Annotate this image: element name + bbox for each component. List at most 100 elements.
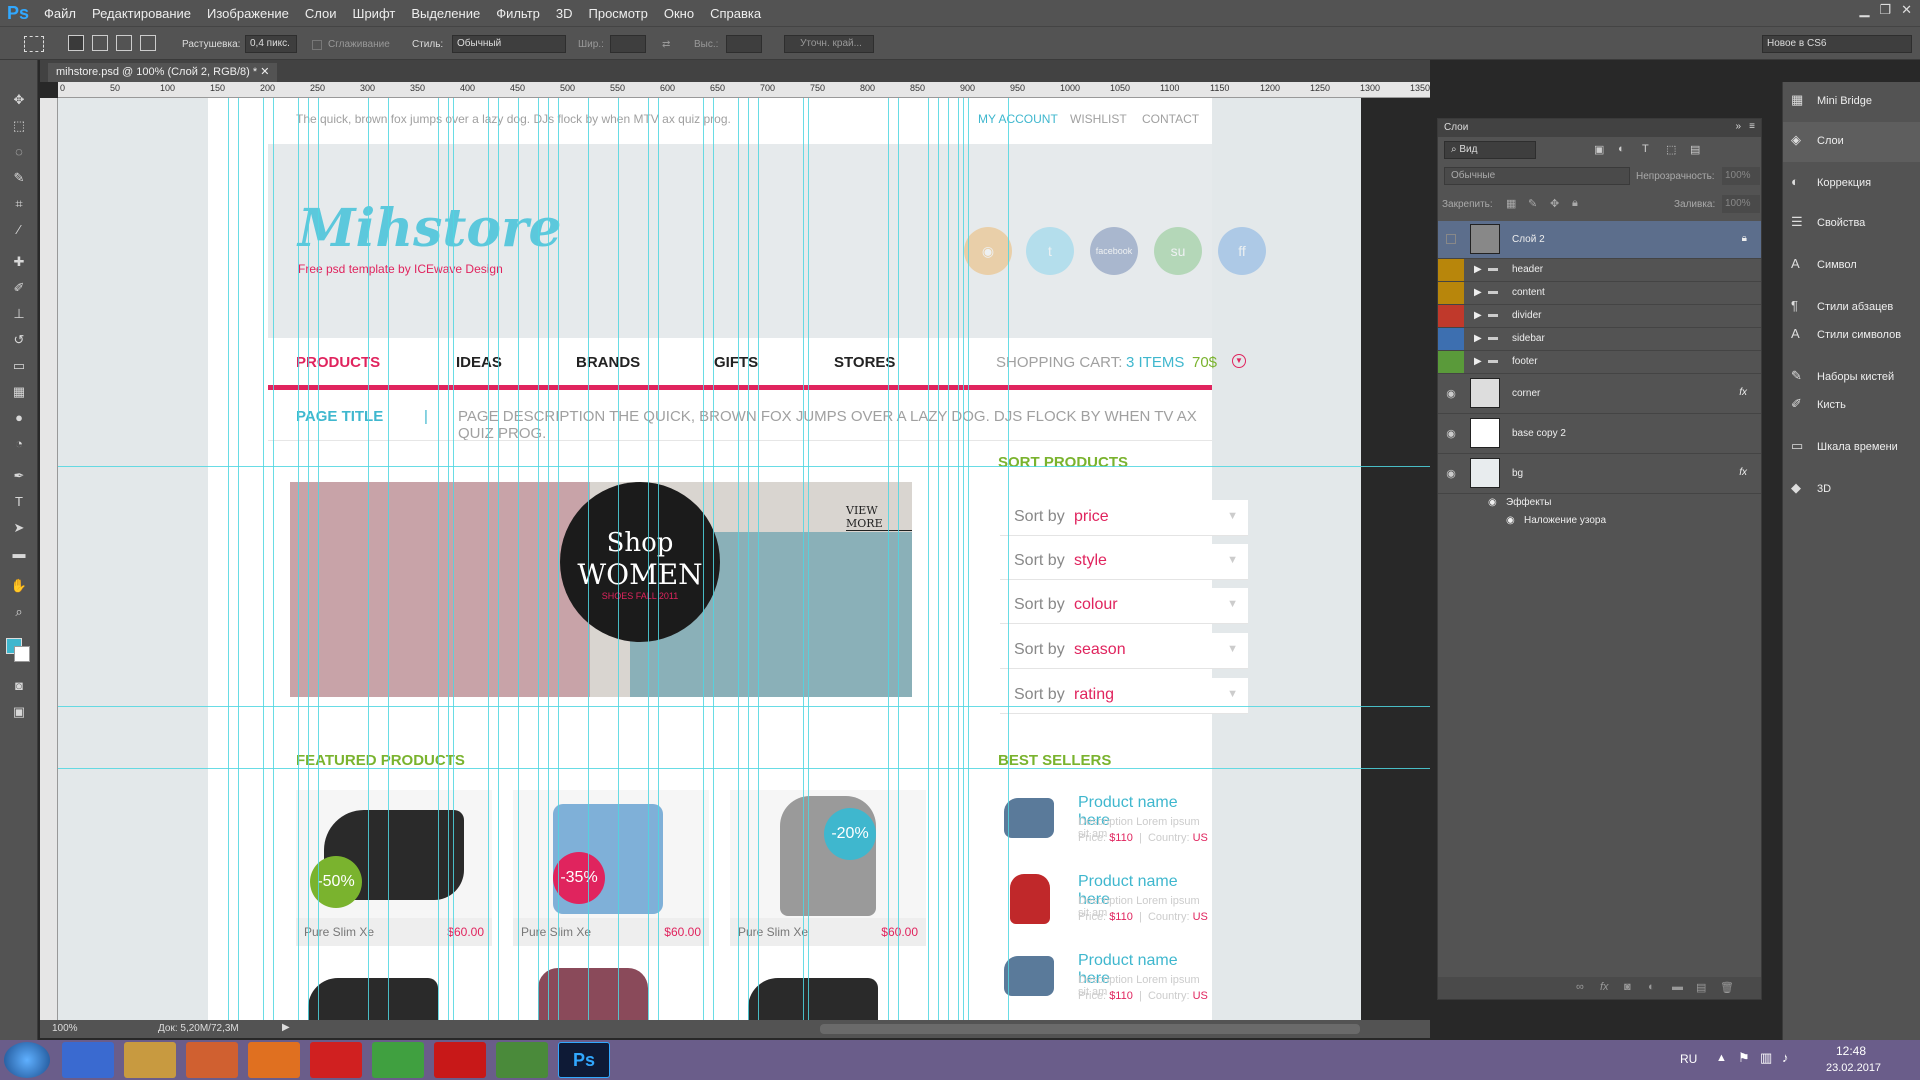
pen-icon[interactable]: ✒	[9, 466, 29, 486]
zoom-icon[interactable]: ⌕	[9, 602, 29, 622]
add-style-icon[interactable]: fx	[1600, 981, 1609, 993]
explorer-icon[interactable]	[124, 1042, 176, 1078]
filter-type-icon[interactable]: T	[1642, 143, 1649, 155]
add-selection-icon[interactable]	[92, 35, 108, 51]
fx-icon[interactable]: fx	[1739, 467, 1747, 478]
stamp-icon[interactable]: ⊥	[9, 304, 29, 324]
status-arrow-icon[interactable]: ▶	[282, 1022, 290, 1033]
firefox-icon[interactable]	[248, 1042, 300, 1078]
panel-character[interactable]: A Символ	[1783, 246, 1920, 286]
visibility-eye-icon[interactable]: ◉	[1444, 387, 1458, 401]
close-tab-icon[interactable]: ✕	[260, 66, 269, 78]
new-group-icon[interactable]: ▬	[1672, 981, 1683, 993]
lock-position-icon[interactable]: ✥	[1550, 197, 1559, 210]
panel-character-styles[interactable]: A Стили символов	[1783, 316, 1920, 356]
visibility-eye-icon[interactable]	[1438, 351, 1464, 373]
start-button[interactable]	[4, 1042, 50, 1078]
blend-mode-select[interactable]: Обычные	[1444, 167, 1630, 185]
fx-icon[interactable]: fx	[1739, 387, 1747, 398]
swap-icon[interactable]: ⇄	[662, 39, 670, 50]
visibility-eye-icon[interactable]: ◉	[1444, 467, 1458, 481]
lock-paint-icon[interactable]: ✎	[1528, 197, 1537, 210]
link-icon[interactable]: ∞	[1576, 981, 1584, 993]
menu-window[interactable]: Окно	[656, 6, 702, 21]
media-player-icon[interactable]	[186, 1042, 238, 1078]
rubik-app-icon[interactable]	[496, 1042, 548, 1078]
subtract-selection-icon[interactable]	[116, 35, 132, 51]
marquee-tool-icon[interactable]	[24, 36, 44, 52]
layer-row-sloy2[interactable]: Слой 2 🔒︎	[1438, 221, 1761, 259]
filter-pixel-icon[interactable]: ▣	[1594, 143, 1604, 156]
tray-volume-icon[interactable]: ♪	[1782, 1050, 1789, 1065]
width-input[interactable]	[610, 35, 646, 53]
document-tab[interactable]: mihstore.psd @ 100% (Слой 2, RGB/8) * ✕	[48, 63, 278, 82]
clock-time[interactable]: 12:48	[1836, 1044, 1866, 1058]
visibility-eye-icon[interactable]	[1438, 305, 1464, 327]
visibility-eye-icon[interactable]	[1438, 259, 1464, 281]
delete-icon[interactable]: 🗑︎	[1720, 981, 1734, 994]
menu-image[interactable]: Изображение	[199, 6, 297, 21]
panel-layers[interactable]: ◈ Слои	[1783, 122, 1920, 162]
feather-input[interactable]: 0,4 пикс.	[245, 35, 297, 53]
menu-type[interactable]: Шрифт	[345, 6, 404, 21]
opera-icon[interactable]	[434, 1042, 486, 1078]
menu-layers[interactable]: Слои	[297, 6, 345, 21]
lock-pixels-icon[interactable]: ▦	[1506, 197, 1516, 210]
new-selection-icon[interactable]	[68, 35, 84, 51]
menu-edit[interactable]: Редактирование	[84, 6, 199, 21]
background-color-icon[interactable]	[14, 646, 30, 662]
style-select[interactable]: Обычный	[452, 35, 566, 53]
visibility-eye-icon[interactable]	[1438, 328, 1464, 350]
eyedropper-icon[interactable]: ⁄	[9, 220, 29, 240]
layer-row-bg[interactable]: ◉ bg fx	[1438, 454, 1761, 494]
crop-icon[interactable]: ⌗	[9, 194, 29, 214]
ie-icon[interactable]	[62, 1042, 114, 1078]
effect-row-pattern[interactable]: ◉ Наложение узора	[1438, 512, 1761, 530]
path-select-icon[interactable]: ➤	[9, 518, 29, 538]
menu-file[interactable]: Файл	[36, 6, 84, 21]
menu-view[interactable]: Просмотр	[581, 6, 656, 21]
menu-select[interactable]: Выделение	[403, 6, 488, 21]
collapse-icon[interactable]: »	[1735, 121, 1741, 132]
filter-adjust-icon[interactable]: ◐	[1618, 143, 1625, 155]
opacity-input[interactable]: 100%	[1722, 167, 1760, 185]
panel-3d[interactable]: ◆ 3D	[1783, 470, 1920, 510]
menu-help[interactable]: Справка	[702, 6, 769, 21]
filter-shape-icon[interactable]: ⬚	[1666, 143, 1676, 156]
close-icon[interactable]: ✕	[1901, 2, 1912, 18]
opera-icon[interactable]	[310, 1042, 362, 1078]
language-indicator[interactable]: RU	[1680, 1052, 1697, 1066]
lock-all-icon[interactable]: 🔒︎	[1572, 197, 1578, 210]
tray-flag-icon[interactable]: ⚑	[1738, 1050, 1750, 1066]
antialias-checkbox[interactable]	[312, 40, 322, 50]
screen-mode-icon[interactable]: ▣	[9, 702, 29, 722]
layer-row-footer[interactable]: ▶ ▬ footer	[1438, 351, 1761, 374]
history-brush-icon[interactable]: ↺	[9, 330, 29, 350]
marquee-icon[interactable]: ⬚	[9, 116, 29, 136]
shape-icon[interactable]: ▬	[9, 544, 29, 564]
tray-arrow-icon[interactable]: ▲	[1716, 1052, 1727, 1064]
layer-row-base-copy-2[interactable]: ◉ base copy 2	[1438, 414, 1761, 454]
chrome-icon[interactable]	[372, 1042, 424, 1078]
document-canvas[interactable]: The quick, brown fox jumps over a lazy d…	[58, 98, 1361, 1020]
hand-icon[interactable]: ✋	[9, 576, 29, 596]
dodge-icon[interactable]: ◔	[9, 434, 29, 454]
brush-icon[interactable]: ✐	[9, 278, 29, 298]
horizontal-scrollbar[interactable]	[820, 1024, 1360, 1034]
intersect-selection-icon[interactable]	[140, 35, 156, 51]
refine-edge-button[interactable]: Уточн. край...	[784, 35, 874, 53]
height-input[interactable]	[726, 35, 762, 53]
quick-mask-icon[interactable]: ◙	[9, 676, 29, 696]
adjustment-icon[interactable]: ◐	[1648, 981, 1655, 993]
panel-menu-icon[interactable]: ≡	[1749, 121, 1755, 132]
workspace-select[interactable]: Новое в CS6	[1762, 35, 1912, 53]
panel-properties[interactable]: ☰ Свойства	[1783, 204, 1920, 244]
move-tool-icon[interactable]: ✥	[9, 90, 29, 110]
lasso-icon[interactable]: ◌	[9, 142, 29, 162]
layer-row-content[interactable]: ▶ ▬ content	[1438, 282, 1761, 305]
new-layer-icon[interactable]: ▤	[1696, 981, 1706, 994]
minimize-icon[interactable]: ▁	[1859, 2, 1869, 18]
layer-filter-select[interactable]: ⌕ Вид	[1444, 141, 1536, 159]
panel-adjustments[interactable]: ◐ Коррекция	[1783, 164, 1920, 204]
gradient-icon[interactable]: ▦	[9, 382, 29, 402]
